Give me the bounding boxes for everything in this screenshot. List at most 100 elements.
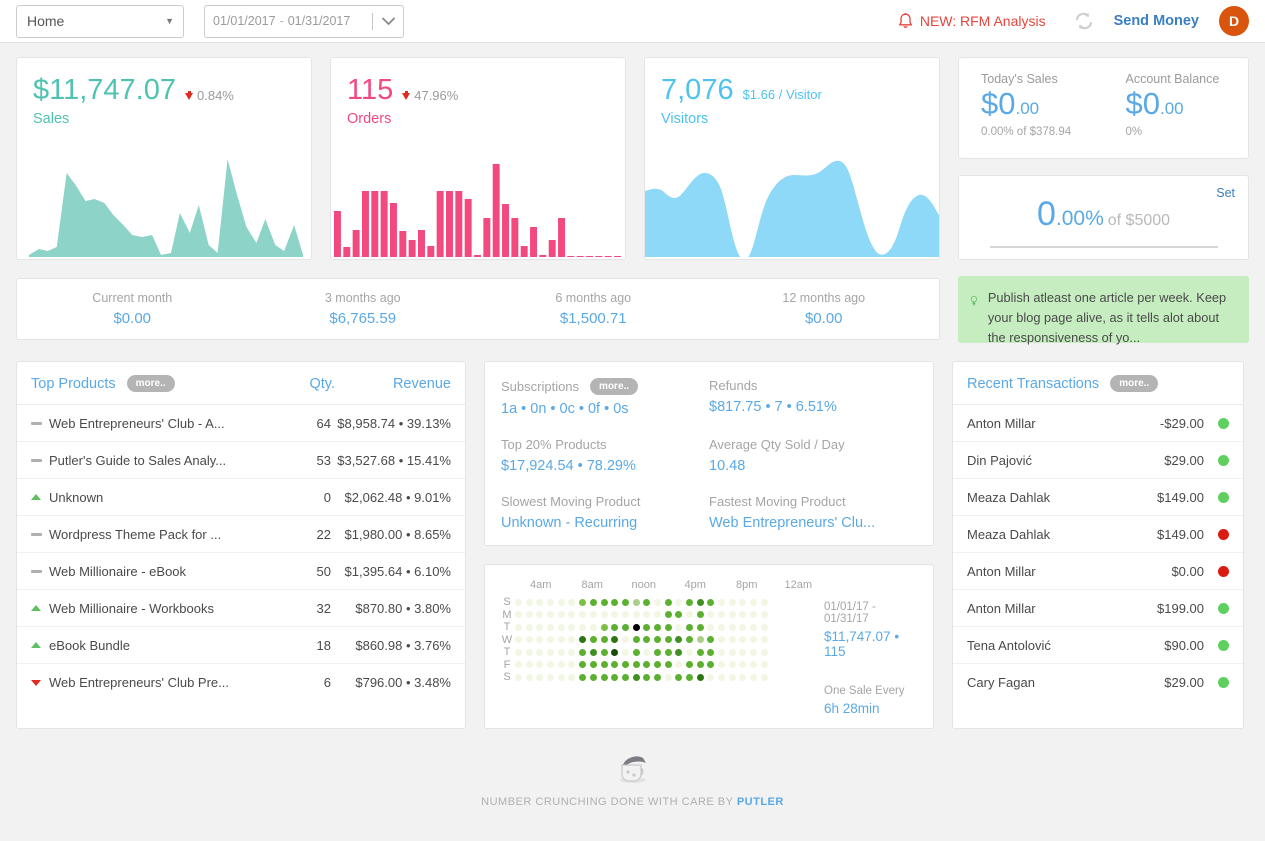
month-cell-current[interactable]: Current month $0.00 — [17, 291, 248, 327]
heatmap-cell[interactable] — [536, 611, 544, 619]
stat-subscriptions[interactable]: Subscriptions more.. 1a • 0n • 0c • 0f •… — [501, 378, 709, 417]
heatmap-cell[interactable] — [643, 598, 651, 606]
heatmap-cell[interactable] — [707, 623, 715, 631]
heatmap-cell[interactable] — [675, 661, 683, 669]
heatmap-cell[interactable] — [600, 648, 608, 656]
heatmap-cell[interactable] — [568, 648, 576, 656]
table-row[interactable]: Meaza Dahlak $149.00 — [953, 516, 1243, 553]
heatmap-cell[interactable] — [653, 661, 661, 669]
heatmap-cell[interactable] — [579, 598, 587, 606]
heatmap-cell[interactable] — [739, 673, 747, 681]
heatmap-cell[interactable] — [760, 661, 768, 669]
heatmap-cell[interactable] — [696, 598, 704, 606]
heatmap-cell[interactable] — [611, 661, 619, 669]
heatmap-cell[interactable] — [621, 598, 629, 606]
heatmap-cell[interactable] — [728, 673, 736, 681]
stat-slowest-moving-product[interactable]: Slowest Moving Product Unknown - Recurri… — [501, 494, 709, 531]
heatmap-cell[interactable] — [557, 673, 565, 681]
heatmap-cell[interactable] — [653, 611, 661, 619]
heatmap-cell[interactable] — [547, 611, 555, 619]
heatmap-cell[interactable] — [525, 623, 533, 631]
heatmap-cell[interactable] — [750, 636, 758, 644]
table-row[interactable]: Tena Antolović $90.00 — [953, 627, 1243, 664]
heatmap-cell[interactable] — [728, 661, 736, 669]
column-header-qty[interactable]: Qty. — [275, 376, 335, 392]
heatmap-cell[interactable] — [632, 636, 640, 644]
heatmap-cell[interactable] — [653, 623, 661, 631]
table-row[interactable]: Web Millionaire - eBook 50 $1,395.64 • 6… — [17, 553, 465, 590]
heatmap-cell[interactable] — [547, 598, 555, 606]
heatmap-cell[interactable] — [739, 648, 747, 656]
heatmap-cell[interactable] — [611, 636, 619, 644]
month-cell-12mo[interactable]: 12 months ago $0.00 — [709, 291, 940, 327]
heatmap-cell[interactable] — [568, 623, 576, 631]
heatmap-cell[interactable] — [653, 598, 661, 606]
heatmap-cell[interactable] — [686, 648, 693, 656]
heatmap-cell[interactable] — [621, 623, 629, 631]
heatmap-cell[interactable] — [611, 598, 619, 606]
heatmap-cell[interactable] — [600, 623, 608, 631]
heatmap-cell[interactable] — [750, 673, 758, 681]
heatmap-cell[interactable] — [600, 661, 608, 669]
month-cell-3mo[interactable]: 3 months ago $6,765.59 — [248, 291, 479, 327]
table-row[interactable]: Anton Millar $0.00 — [953, 553, 1243, 590]
heatmap-cell[interactable] — [589, 636, 597, 644]
heatmap-cell[interactable] — [525, 673, 533, 681]
recent-transactions-more-button[interactable]: more.. — [1110, 375, 1159, 392]
heatmap-cell[interactable] — [611, 673, 619, 681]
heatmap-cell[interactable] — [760, 648, 768, 656]
heatmap-cell[interactable] — [696, 623, 704, 631]
heatmap-cell[interactable] — [664, 623, 672, 631]
heatmap-cell[interactable] — [707, 648, 715, 656]
heatmap-cell[interactable] — [600, 636, 608, 644]
heatmap-cell[interactable] — [664, 611, 672, 619]
heatmap-cell[interactable] — [568, 673, 576, 681]
heatmap-cell[interactable] — [760, 623, 768, 631]
heatmap-cell[interactable] — [750, 611, 758, 619]
heatmap-cell[interactable] — [643, 648, 651, 656]
account-balance-cell[interactable]: Account Balance $0.00 0% — [1104, 72, 1249, 158]
heatmap-cell[interactable] — [536, 623, 544, 631]
rfm-notification[interactable]: NEW: RFM Analysis — [898, 12, 1046, 30]
heatmap-cell[interactable] — [760, 673, 768, 681]
heatmap-cell[interactable] — [760, 636, 768, 644]
stat-top-20-products[interactable]: Top 20% Products $17,924.54 • 78.29% — [501, 437, 709, 474]
heatmap-cell[interactable] — [750, 648, 758, 656]
heatmap-cell[interactable] — [728, 623, 736, 631]
heatmap-cell[interactable] — [621, 648, 629, 656]
heatmap-cell[interactable] — [611, 648, 619, 656]
heatmap-cell[interactable] — [696, 661, 704, 669]
heatmap-cell[interactable] — [707, 636, 715, 644]
kpi-card-orders[interactable]: 115 47.96% Orders — [330, 57, 626, 260]
heatmap-cell[interactable] — [536, 648, 544, 656]
heatmap-cell[interactable] — [536, 673, 544, 681]
table-row[interactable]: Web Millionaire - Workbooks 32 $870.80 •… — [17, 590, 465, 627]
heatmap-cell[interactable] — [653, 648, 661, 656]
heatmap-cell[interactable] — [750, 598, 758, 606]
table-row[interactable]: Din Pajović $29.00 — [953, 442, 1243, 479]
heatmap-cell[interactable] — [739, 611, 747, 619]
heatmap-cell[interactable] — [515, 636, 522, 644]
heatmap-cell[interactable] — [515, 623, 522, 631]
date-dropdown-toggle[interactable] — [372, 12, 395, 30]
table-row[interactable]: Web Entrepreneurs' Club - A... 64 $8,958… — [17, 405, 465, 442]
heatmap-cell[interactable] — [525, 661, 533, 669]
heatmap-cell[interactable] — [632, 598, 640, 606]
column-header-revenue[interactable]: Revenue — [335, 376, 451, 392]
heatmap-cell[interactable] — [579, 673, 587, 681]
top-products-more-button[interactable]: more.. — [126, 375, 175, 392]
heatmap-cell[interactable] — [760, 598, 768, 606]
heatmap-cell[interactable] — [579, 648, 587, 656]
heatmap-cell[interactable] — [568, 611, 576, 619]
heatmap-cell[interactable] — [643, 636, 651, 644]
heatmap-cell[interactable] — [675, 598, 683, 606]
heatmap-cell[interactable] — [525, 636, 533, 644]
heatmap-cell[interactable] — [515, 661, 522, 669]
heatmap-cell[interactable] — [632, 648, 640, 656]
stat-fastest-moving-product[interactable]: Fastest Moving Product Web Entrepreneurs… — [709, 494, 917, 531]
heatmap-cell[interactable] — [632, 661, 640, 669]
heatmap-cell[interactable] — [557, 611, 565, 619]
heatmap-cell[interactable] — [750, 661, 758, 669]
heatmap-cell[interactable] — [557, 623, 565, 631]
heatmap-cell[interactable] — [547, 673, 555, 681]
